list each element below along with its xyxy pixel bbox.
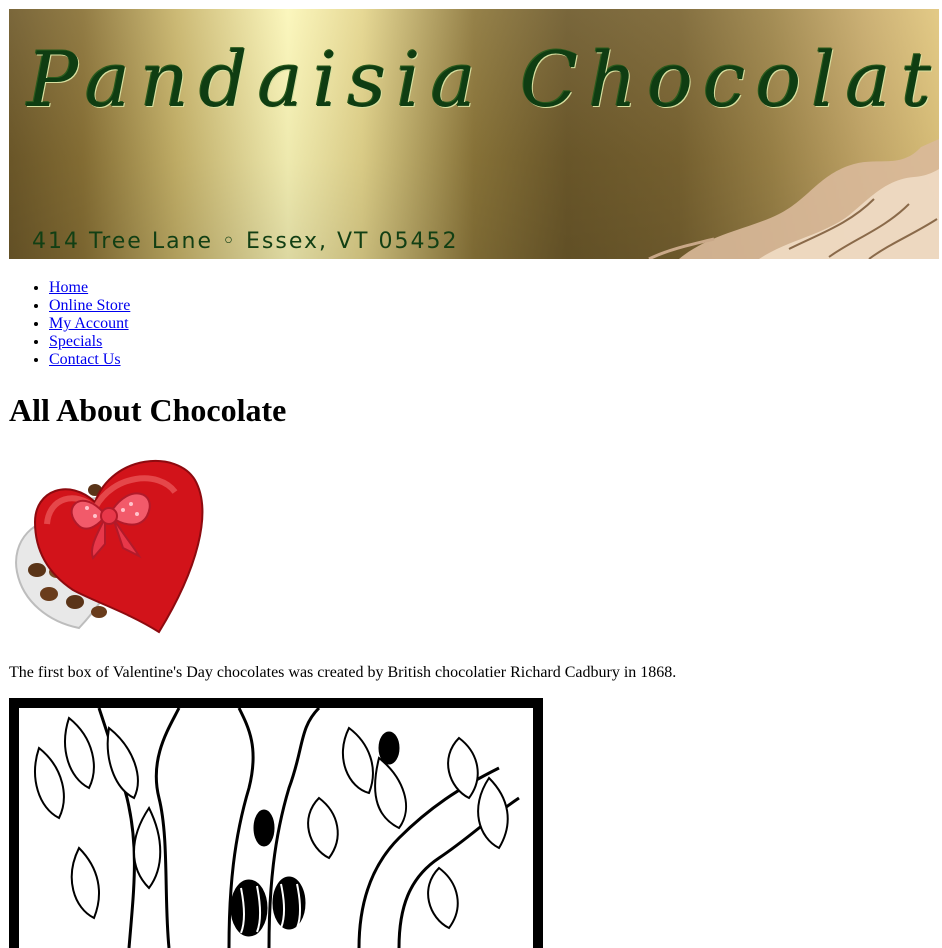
nav-link-online-store[interactable]: Online Store [49, 297, 130, 314]
nav-link-home[interactable]: Home [49, 279, 88, 296]
nav-item-my-account: My Account [49, 315, 130, 333]
cacao-tree-canvas [19, 708, 533, 948]
banner-title: Pandaisia Chocolates [27, 35, 939, 124]
nav-link-my-account[interactable]: My Account [49, 315, 129, 332]
nav-item-specials: Specials [49, 333, 130, 351]
cloth-decoration [648, 139, 939, 259]
nav-item-home: Home [49, 279, 130, 297]
chocolate-fact: The first box of Valentine's Day chocola… [9, 664, 677, 681]
cacao-tree-drawing [34, 708, 520, 948]
nav-item-online-store: Online Store [49, 297, 130, 315]
cacao-tree-image [9, 698, 543, 948]
nav-link-specials[interactable]: Specials [49, 333, 102, 350]
heart-chocolate-box-image [15, 460, 204, 634]
banner-address: 414 Tree Lane ◦ Essex, VT 05452 [32, 229, 459, 254]
nav-link-contact-us[interactable]: Contact Us [49, 351, 121, 368]
nav-item-contact-us: Contact Us [49, 351, 130, 369]
main-nav: Home Online Store My Account Specials Co… [9, 279, 130, 369]
page-title: All About Chocolate [9, 392, 287, 428]
header-banner: Pandaisia Chocolates 414 Tree Lane ◦ Ess… [9, 9, 939, 259]
